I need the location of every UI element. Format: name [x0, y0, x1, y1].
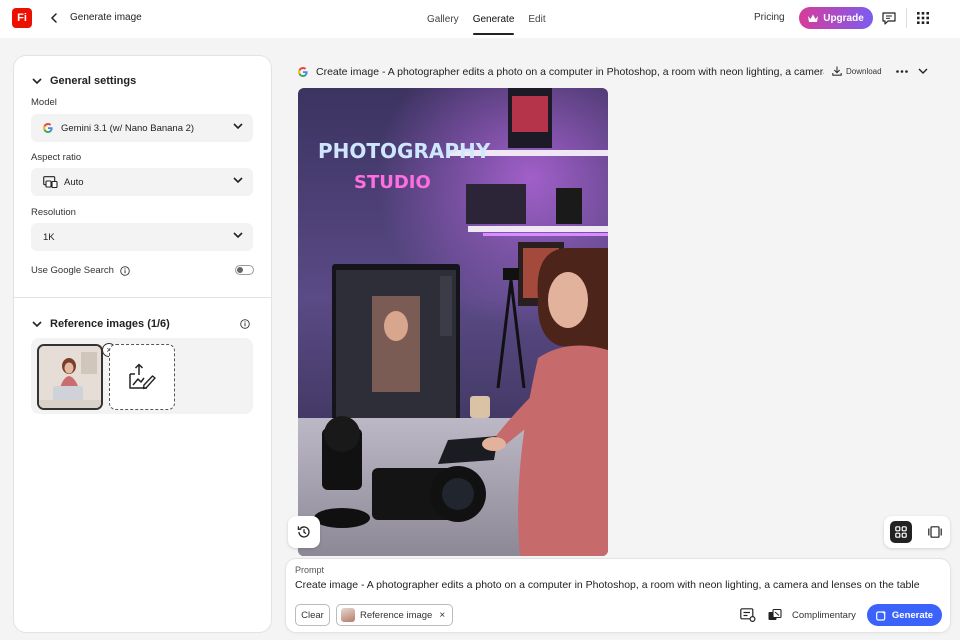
- prompt-box: Prompt Create image - A photographer edi…: [286, 559, 950, 632]
- info-icon[interactable]: [240, 319, 250, 329]
- chevron-down-icon[interactable]: [916, 64, 930, 78]
- app-logo[interactable]: Fi: [12, 8, 32, 28]
- apps-grid-icon[interactable]: [914, 9, 932, 27]
- download-button[interactable]: Download: [832, 66, 882, 76]
- divider: [906, 8, 907, 28]
- google-icon: [43, 123, 53, 133]
- upload-image-icon: [129, 363, 156, 390]
- tab-gallery[interactable]: Gallery: [420, 0, 466, 38]
- model-label: Model: [31, 97, 57, 108]
- model-select[interactable]: Gemini 3.1 (w/ Nano Banana 2): [31, 114, 253, 142]
- main-tabs: Gallery Generate Edit: [420, 0, 553, 38]
- single-view-button[interactable]: [924, 521, 946, 543]
- credits-icon[interactable]: [767, 607, 783, 623]
- aspect-ratio-label: Aspect ratio: [31, 152, 82, 163]
- aspect-ratio-icon: [43, 176, 58, 188]
- download-label: Download: [846, 66, 882, 76]
- section-title: General settings: [50, 75, 137, 87]
- page-title: Generate image: [70, 12, 142, 23]
- prompt-settings-icon[interactable]: [739, 607, 757, 623]
- history-button[interactable]: [288, 516, 320, 548]
- panel-divider: [14, 297, 271, 298]
- crown-icon: [808, 14, 819, 22]
- aspect-ratio-value: Auto: [64, 176, 84, 188]
- view-toggle: [884, 516, 950, 548]
- info-icon[interactable]: [120, 265, 130, 276]
- chevron-down-icon: [32, 77, 42, 84]
- generated-image[interactable]: PHOTOGRAPHY STUDIO: [298, 88, 608, 556]
- google-search-row: Use Google Search: [31, 265, 130, 276]
- neon-line1: PHOTOGRAPHY: [318, 139, 491, 163]
- grid-view-icon: [895, 526, 907, 538]
- chevron-down-icon: [233, 123, 243, 130]
- upgrade-label: Upgrade: [823, 12, 864, 24]
- resolution-select[interactable]: 1K: [31, 223, 253, 251]
- settings-panel: General settings Model Gemini 3.1 (w/ Na…: [14, 56, 271, 632]
- reference-chip-thumbnail: [341, 608, 355, 622]
- single-view-icon: [928, 526, 942, 538]
- google-search-toggle[interactable]: [235, 265, 254, 275]
- google-search-label: Use Google Search: [31, 265, 114, 276]
- reference-image-chip[interactable]: Reference image ×: [336, 604, 454, 626]
- resolution-label: Resolution: [31, 207, 76, 218]
- tab-edit[interactable]: Edit: [521, 0, 552, 38]
- chevron-down-icon: [32, 320, 42, 327]
- reference-images-header[interactable]: Reference images (1/6): [32, 318, 170, 330]
- close-icon[interactable]: ×: [439, 610, 445, 621]
- upload-reference-button[interactable]: [109, 344, 175, 410]
- chevron-down-icon: [233, 232, 243, 239]
- more-options-icon[interactable]: [895, 64, 909, 78]
- google-icon: [298, 67, 308, 77]
- neon-line2: STUDIO: [354, 172, 431, 193]
- pricing-link[interactable]: Pricing: [754, 12, 785, 23]
- prompt-input[interactable]: Create image - A photographer edits a ph…: [295, 579, 920, 591]
- clear-button[interactable]: Clear: [295, 604, 330, 626]
- section-title: Reference images (1/6): [50, 318, 170, 330]
- generate-label: Generate: [891, 609, 934, 621]
- generate-button[interactable]: Generate: [867, 604, 942, 626]
- generate-icon: [876, 610, 886, 621]
- top-bar: Fi Generate image Gallery Generate Edit …: [0, 0, 960, 38]
- history-icon: [297, 526, 310, 538]
- prompt-label: Prompt: [295, 565, 325, 575]
- grid-view-button[interactable]: [890, 521, 912, 543]
- upgrade-button[interactable]: Upgrade: [799, 7, 873, 29]
- tab-generate[interactable]: Generate: [466, 0, 522, 38]
- chat-icon[interactable]: [880, 9, 898, 27]
- aspect-ratio-select[interactable]: Auto: [31, 168, 253, 196]
- chevron-down-icon: [233, 177, 243, 184]
- credit-type-label: Complimentary: [792, 610, 856, 621]
- reference-image-thumbnail[interactable]: [37, 344, 103, 410]
- resolution-value: 1K: [43, 231, 55, 243]
- reference-images-box: ×: [31, 338, 253, 414]
- download-icon: [832, 66, 842, 76]
- back-arrow-icon[interactable]: [46, 10, 62, 26]
- reference-chip-label: Reference image: [360, 609, 433, 621]
- general-settings-header[interactable]: General settings: [32, 75, 136, 87]
- model-value: Gemini 3.1 (w/ Nano Banana 2): [61, 122, 195, 134]
- result-title: Create image - A photographer edits a ph…: [316, 66, 824, 78]
